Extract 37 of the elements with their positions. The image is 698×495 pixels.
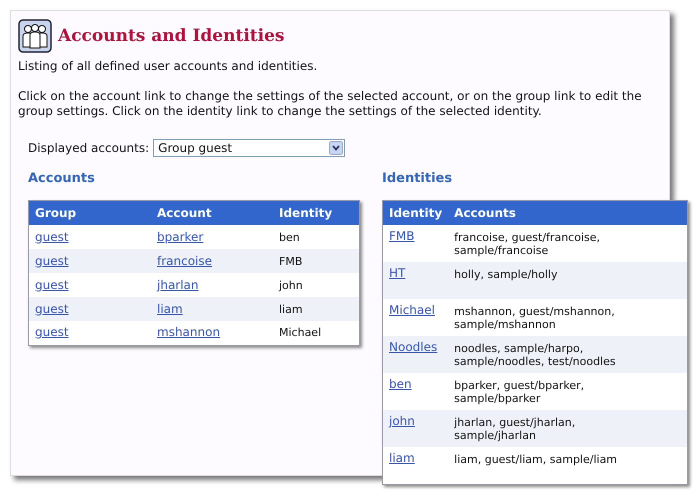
account-list: mshannon, guest/mshannon, sample/mshannon: [454, 305, 654, 331]
identity-name: FMB: [279, 254, 302, 268]
people-icon: [18, 19, 52, 53]
account-list: jharlan, guest/jharlan, sample/jharlan: [454, 416, 654, 442]
caret-icon: [329, 141, 344, 155]
section-heading: Identities: [382, 171, 454, 186]
identity-link[interactable]: HT: [389, 266, 406, 280]
column-header: Identity: [382, 200, 448, 225]
group-link[interactable]: guest: [35, 254, 69, 268]
column-header: Identity: [273, 200, 360, 225]
column-header: Accounts: [448, 200, 688, 225]
identity-name: Michael: [279, 326, 322, 340]
identity-link[interactable]: FMB: [389, 229, 414, 243]
account-link[interactable]: liam: [157, 302, 183, 316]
account-list: bparker, guest/bparker, sample/bparker: [454, 379, 654, 405]
identity-name: ben: [279, 230, 300, 244]
group-link[interactable]: guest: [35, 230, 69, 244]
section-heading: Accounts: [28, 171, 96, 186]
identity-link[interactable]: ben: [389, 377, 412, 391]
account-list: holly, sample/holly: [454, 268, 558, 281]
page-title: Accounts and Identities: [58, 26, 284, 46]
group-link[interactable]: guest: [35, 302, 69, 316]
intro-text: Listing of all defined user accounts and identities.: [18, 59, 318, 74]
account-list: noodles, sample/harpo, sample/noodles, test/noodles: [454, 342, 654, 368]
identity-name: liam: [279, 302, 303, 316]
column-header: Account: [151, 200, 273, 225]
filter-label: Displayed accounts:: [28, 141, 150, 155]
identity-name: john: [279, 278, 303, 292]
group-link[interactable]: guest: [35, 325, 69, 340]
column-header: Group: [28, 200, 151, 225]
instructions-text: Click on the account link to change the settings of the selected account, or on the group link to edit the group settings. Click on the identity link to change the settings of the selected identity.: [18, 89, 643, 119]
account-list: liam, guest/liam, sample/liam: [454, 453, 618, 466]
group-link[interactable]: guest: [35, 278, 69, 292]
account-list: francoise, guest/francoise, sample/francoise: [454, 231, 654, 257]
identity-link[interactable]: liam: [389, 451, 415, 465]
accounts-dropdown[interactable]: Group guest: [153, 139, 346, 157]
identity-link[interactable]: john: [389, 414, 415, 428]
